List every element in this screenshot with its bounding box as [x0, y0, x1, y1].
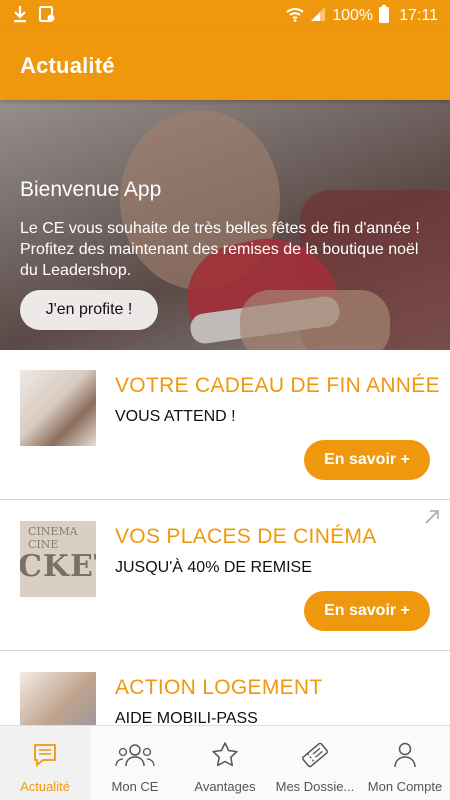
status-bar: 100% 17:11: [0, 0, 450, 32]
ticket-thumb-top-text: CINEMA CINE: [28, 525, 78, 551]
nav-item-avantages[interactable]: Avantages: [180, 726, 270, 800]
battery-icon: [379, 4, 390, 28]
card-title: VOS PLACES DE CINÉMA: [115, 525, 377, 548]
status-right: 100% 17:11: [286, 4, 438, 28]
app-bar: Actualité: [0, 32, 450, 100]
download-icon: [12, 5, 28, 28]
signal-icon: [310, 6, 326, 27]
card-subtitle: JUSQU'À 40% DE REMISE: [115, 559, 312, 576]
card-thumbnail: [20, 370, 96, 446]
bottom-navigation: Actualité Mon CE Avantages Mes Dossie...…: [0, 725, 450, 800]
nav-label: Mon CE: [111, 779, 159, 794]
battery-text: 100%: [332, 7, 374, 24]
nav-item-mon-ce[interactable]: Mon CE: [90, 726, 180, 800]
card-thumbnail: CINEMA CINE CKET: [20, 521, 96, 597]
card-title: VOTRE CADEAU DE FIN ANNÉE: [115, 374, 440, 397]
nav-label: Actualité: [20, 779, 70, 794]
nav-label: Mon Compte: [367, 779, 443, 794]
ticket-thumb-text: CKET: [20, 549, 96, 584]
nav-item-mon-compte[interactable]: Mon Compte: [360, 726, 450, 800]
group-icon: [115, 740, 155, 770]
wifi-icon: [286, 6, 304, 27]
nav-label: Avantages: [194, 779, 256, 794]
ticket-icon: [300, 740, 330, 770]
hero-title: Bienvenue App: [20, 178, 162, 201]
card-subtitle: VOUS ATTEND !: [115, 408, 236, 425]
hero-content: Bienvenue App Le CE vous souhaite de trè…: [20, 178, 430, 281]
external-link-icon[interactable]: [424, 509, 440, 530]
clock-text: 17:11: [399, 7, 438, 24]
screenshot-icon: [38, 5, 56, 28]
hero-text: Le CE vous souhaite de très belles fêtes…: [20, 220, 420, 279]
learn-more-button[interactable]: En savoir +: [304, 440, 430, 480]
learn-more-button[interactable]: En savoir +: [304, 591, 430, 631]
news-card-cinema[interactable]: CINEMA CINE CKET VOS PLACES DE CINÉMA JU…: [0, 501, 450, 651]
user-icon: [391, 740, 419, 770]
nav-item-mes-dossiers[interactable]: Mes Dossie...: [270, 726, 360, 800]
hero-banner[interactable]: Bienvenue App Le CE vous souhaite de trè…: [0, 100, 450, 350]
status-left: [12, 5, 56, 28]
hero-cta-button[interactable]: J'en profite !: [20, 290, 158, 330]
news-icon: [31, 740, 59, 770]
nav-item-actualite[interactable]: Actualité: [0, 726, 90, 800]
nav-label: Mes Dossie...: [275, 779, 355, 794]
news-card-gift[interactable]: VOTRE CADEAU DE FIN ANNÉE VOUS ATTEND ! …: [0, 350, 450, 500]
card-title: ACTION LOGEMENT: [115, 676, 323, 699]
page-title: Actualité: [20, 53, 115, 78]
star-icon: [211, 740, 239, 770]
